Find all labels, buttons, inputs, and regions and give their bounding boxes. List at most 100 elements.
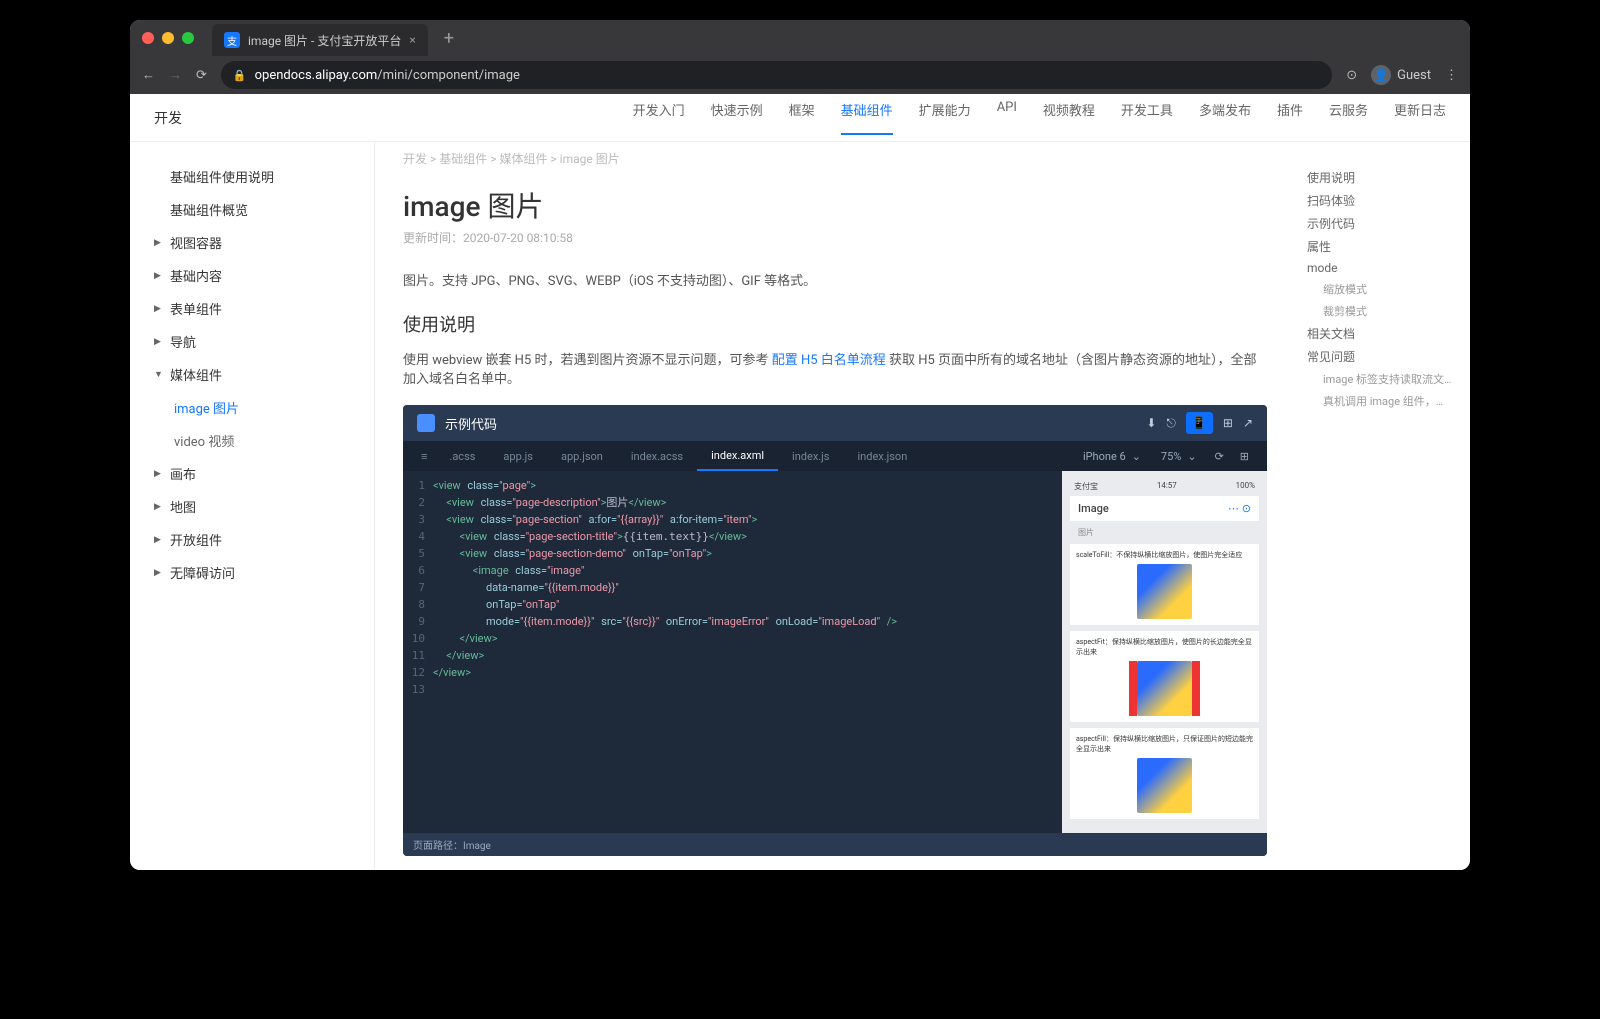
sidebar-item[interactable]: ▶无障碍访问 [130,556,374,589]
nav-item[interactable]: 扩展能力 [919,100,971,135]
toc-item[interactable]: 扫码体验 [1307,189,1458,212]
code-tab[interactable]: app.json [547,441,617,471]
files-icon[interactable]: ≡ [413,450,435,463]
refresh-icon[interactable]: ⟳ [1207,450,1232,463]
share-icon[interactable]: ↗ [1243,416,1253,430]
sidebar-subitem[interactable]: image 图片 [130,391,374,424]
main-content: 开发 > 基础组件 > 媒体组件 > image 图片 image 图片 更新时… [375,142,1295,870]
code-header: 示例代码 ⬇ ⎋ 📱 ⊞ ↗ [403,405,1267,441]
nav-item[interactable]: 视频教程 [1043,100,1095,135]
preview-titlebar: Image ⋯ ⊙ [1070,496,1259,521]
table-of-contents: 使用说明扫码体验示例代码属性mode缩放模式裁剪模式相关文档常见问题image … [1295,142,1470,870]
zoom-select[interactable]: 75% ⌄ [1151,450,1207,463]
sidebar: 基础组件使用说明基础组件概览▶视图容器▶基础内容▶表单组件▶导航▼媒体组件ima… [130,142,375,870]
page-title: image 图片 [403,185,1267,225]
favicon: 支 [224,32,240,48]
nav-item[interactable]: 快速示例 [711,100,763,135]
nav-item[interactable]: 基础组件 [841,100,893,135]
sidebar-item[interactable]: ▶开放组件 [130,523,374,556]
profile-label: Guest [1397,68,1431,83]
code-tab[interactable]: index.acss [617,441,697,471]
sidebar-item[interactable]: ▶基础内容 [130,259,374,292]
update-time: 更新时间：2020-07-20 08:10:58 [403,229,1267,246]
main-nav: 开发入门快速示例框架基础组件扩展能力 API 视频教程开发工具多端发布插件云服务更新… [633,100,1446,135]
sidebar-item[interactable]: ▶视图容器 [130,226,374,259]
site-header: 开发 开发入门快速示例框架基础组件扩展能力 API 视频教程开发工具多端发布插件云服… [130,94,1470,142]
code-text: <view class="page"> <view class="page-de… [433,471,1062,833]
sidebar-item[interactable]: 基础组件使用说明 [130,160,374,193]
mobile-icon[interactable]: ⎋ [1166,416,1176,431]
toc-item[interactable]: 缩放模式 [1307,278,1458,300]
site-logo[interactable]: 开发 [154,108,182,128]
more-icon[interactable]: ⋯ ⊙ [1228,502,1251,515]
nav-item[interactable]: 更新日志 [1394,100,1446,135]
toc-item[interactable]: image 标签支持读取流文… [1307,368,1458,390]
code-tab[interactable]: .acss [435,441,489,471]
code-tabs: ≡ .acssapp.jsapp.jsonindex.acssindex.axm… [403,441,1267,471]
chevron-down-icon: ⌄ [1187,450,1196,463]
nav-item[interactable]: 插件 [1277,100,1303,135]
sidebar-item[interactable]: ▶地图 [130,490,374,523]
close-dot[interactable] [142,32,154,44]
qr-icon[interactable]: ⊞ [1223,416,1233,430]
toc-item[interactable]: 常见问题 [1307,345,1458,368]
back-button[interactable]: ← [142,67,155,83]
code-body: 12345678910111213 <view class="page"> <v… [403,471,1267,833]
download-icon[interactable]: ⬇ [1146,416,1156,430]
page-content: 开发 开发入门快速示例框架基础组件扩展能力 API 视频教程开发工具多端发布插件云服… [130,94,1470,870]
toc-item[interactable]: 使用说明 [1307,166,1458,189]
window-controls [142,32,194,44]
whitelist-link[interactable]: 配置 H5 白名单流程 [772,353,886,368]
forward-button[interactable]: → [169,67,182,83]
toc-item[interactable]: 裁剪模式 [1307,300,1458,322]
grid-icon[interactable]: ⊞ [1232,450,1257,463]
toc-item[interactable]: 相关文档 [1307,322,1458,345]
sidebar-item[interactable]: ▶导航 [130,325,374,358]
section-heading-usage: 使用说明 [403,311,1267,337]
close-tab-icon[interactable]: × [409,33,415,47]
url-path: /mini/component/image [377,68,520,83]
preview-section-label: 图片 [1070,521,1259,544]
profile-button[interactable]: 👤 Guest [1371,65,1431,85]
nav-item[interactable]: 开发入门 [633,100,685,135]
toc-item[interactable]: mode [1307,258,1458,278]
line-gutter: 12345678910111213 [403,471,433,833]
menu-icon[interactable]: ⋮ [1445,68,1458,83]
maximize-dot[interactable] [182,32,194,44]
nav-item[interactable]: 开发工具 [1121,100,1173,135]
avatar-icon: 👤 [1371,65,1391,85]
sidebar-subitem[interactable]: video 视频 [130,424,374,457]
code-footer: 页面路径：Image [403,833,1267,856]
reload-button[interactable]: ⟳ [196,68,207,83]
nav-item[interactable]: 云服务 [1329,100,1368,135]
toc-item[interactable]: 示例代码 [1307,212,1458,235]
code-tab[interactable]: index.json [843,441,921,471]
url-field[interactable]: 🔒 opendocs.alipay.com/mini/component/ima… [221,61,1332,89]
device-preview: 支付宝 14:57 100% Image ⋯ ⊙ 图片 scaleToFill：… [1062,471,1267,833]
sidebar-item[interactable]: ▶画布 [130,457,374,490]
lock-icon: 🔒 [233,69,247,82]
search-icon[interactable]: ⊙ [1346,68,1357,83]
minimize-dot[interactable] [162,32,174,44]
code-tab[interactable]: index.axml [697,441,778,471]
code-tab[interactable]: index.js [778,441,843,471]
address-bar: ← → ⟳ 🔒 opendocs.alipay.com/mini/compone… [130,56,1470,94]
sidebar-item[interactable]: ▶表单组件 [130,292,374,325]
new-tab-button[interactable]: + [444,28,454,49]
sidebar-item[interactable]: ▼媒体组件 [130,358,374,391]
toc-item[interactable]: 真机调用 image 组件，… [1307,390,1458,412]
code-tab[interactable]: app.js [489,441,547,471]
demo-card: aspectFit：保持纵横比缩放图片，使图片的长边能完全显示出来 [1070,631,1259,722]
nav-item[interactable]: 多端发布 [1199,100,1251,135]
browser-tab[interactable]: 支 image 图片 - 支付宝开放平台 × [212,24,428,56]
chevron-down-icon: ⌄ [1132,450,1141,463]
nav-item[interactable]: 框架 [789,100,815,135]
sidebar-item[interactable]: 基础组件概览 [130,193,374,226]
phone-icon[interactable]: 📱 [1186,412,1213,434]
browser-window: 支 image 图片 - 支付宝开放平台 × + ← → ⟳ 🔒 opendoc… [130,20,1470,870]
device-select[interactable]: iPhone 6 ⌄ [1073,450,1151,463]
toc-item[interactable]: 属性 [1307,235,1458,258]
breadcrumb: 开发 > 基础组件 > 媒体组件 > image 图片 [403,142,1267,175]
nav-item[interactable]: API [997,100,1017,135]
description: 图片。支持 JPG、PNG、SVG、WEBP（iOS 不支持动图）、GIF 等格… [403,270,1267,289]
